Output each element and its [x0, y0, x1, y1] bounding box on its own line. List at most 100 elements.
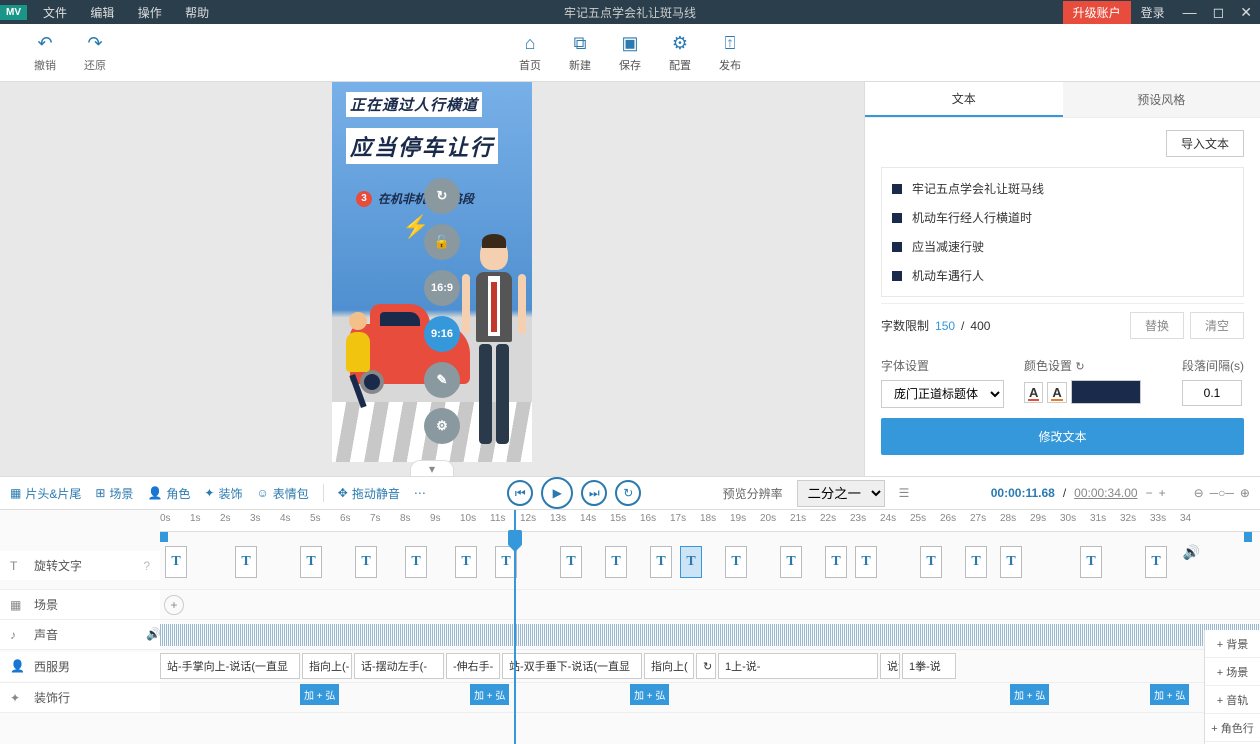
menu-edit[interactable]: 编辑 — [80, 6, 124, 20]
text-clip[interactable]: T — [650, 546, 672, 578]
next-button[interactable]: ⏭ — [581, 480, 607, 506]
text-clip[interactable]: T — [1145, 546, 1167, 578]
tab-text[interactable]: 文本 — [865, 82, 1063, 117]
new-button[interactable]: ⧉新建 — [555, 27, 605, 79]
tb-drag-mute[interactable]: ✥ 拖动静音 — [338, 485, 400, 502]
add-scene-button[interactable]: + — [164, 595, 184, 615]
refresh-tool[interactable]: ↻ — [424, 178, 460, 214]
tab-preset[interactable]: 预设风格 — [1063, 82, 1260, 117]
text-clip[interactable]: T — [300, 546, 322, 578]
color-swatch[interactable] — [1071, 380, 1141, 404]
text-clip[interactable]: T — [780, 546, 802, 578]
animation-clip[interactable]: 说话-摆动右手(一 — [880, 653, 900, 679]
list-item[interactable]: 机动车遇行人 — [888, 261, 1237, 290]
text-list[interactable]: 牢记五点学会礼让斑马线 机动车行经人行横道时 应当减速行驶 机动车遇行人 — [881, 167, 1244, 297]
loop-button[interactable]: ↻ — [615, 480, 641, 506]
animation-clip[interactable]: 1上-说- — [718, 653, 878, 679]
login-button[interactable]: 登录 — [1131, 4, 1175, 21]
preview-select[interactable]: 二分之一 — [797, 480, 885, 507]
animation-clip[interactable]: 站-双手垂下-说话(一直显 — [502, 653, 642, 679]
publish-button[interactable]: ⍐发布 — [705, 27, 755, 79]
minimize-icon[interactable]: — — [1175, 4, 1205, 20]
playhead[interactable] — [514, 510, 516, 744]
zoom-in-icon[interactable]: ⊕ — [1240, 486, 1250, 500]
config-button[interactable]: ⚙配置 — [655, 27, 705, 79]
text-color-button[interactable]: A — [1024, 382, 1043, 403]
play-button[interactable]: ▶ — [541, 477, 573, 509]
text-clip[interactable]: T — [1080, 546, 1102, 578]
list-item[interactable]: 应当减速行驶 — [888, 232, 1237, 261]
text-color-button-2[interactable]: A — [1047, 382, 1066, 403]
add-audio-button[interactable]: + 音轨 — [1205, 686, 1260, 714]
text-clip[interactable]: T — [920, 546, 942, 578]
gap-input[interactable] — [1182, 380, 1242, 406]
close-icon[interactable]: ✕ — [1232, 4, 1260, 21]
animation-clip[interactable]: 指向上( — [644, 653, 694, 679]
text-clip[interactable]: T — [855, 546, 877, 578]
home-button[interactable]: ⌂首页 — [505, 27, 555, 79]
collapse-handle[interactable]: ▾ — [410, 460, 454, 476]
font-select[interactable]: 庞门正道标题体 — [881, 380, 1004, 408]
settings-tool[interactable]: ⚙ — [424, 408, 460, 444]
text-clip[interactable]: T — [680, 546, 702, 578]
speaker-icon[interactable]: 🔊 — [146, 627, 161, 641]
menu-help[interactable]: 帮助 — [175, 6, 219, 20]
deco-clip[interactable]: 加 + 弘 — [1150, 684, 1189, 705]
text-clip[interactable]: T — [560, 546, 582, 578]
tb-more-icon[interactable]: ⋯ — [414, 486, 426, 500]
upgrade-button[interactable]: 升级账户 — [1063, 1, 1131, 24]
animation-clip[interactable]: -伸右手- — [446, 653, 500, 679]
text-clip[interactable]: T — [725, 546, 747, 578]
menu-file[interactable]: 文件 — [33, 6, 77, 20]
tb-character[interactable]: 👤 角色 — [147, 485, 190, 502]
canvas-area[interactable]: 正在通过人行横道 应当停车让行 3 在机非机混行路段 ⚡ ↻ 🔓 16:9 9:… — [0, 82, 864, 476]
undo-button[interactable]: ↶撤销 — [20, 27, 70, 79]
prev-button[interactable]: ⏮ — [507, 480, 533, 506]
text-clip[interactable]: T — [165, 546, 187, 578]
tb-decoration[interactable]: ✦ 装饰 — [204, 485, 242, 502]
redo-button[interactable]: ↷还原 — [70, 27, 120, 79]
edit-tool[interactable]: ✎ — [424, 362, 460, 398]
text-clip[interactable]: T — [455, 546, 477, 578]
tb-scene[interactable]: ⊞ 场景 — [95, 485, 133, 502]
ratio-9-16-button[interactable]: 9:16 — [424, 316, 460, 352]
add-scene-button[interactable]: + 场景 — [1205, 658, 1260, 686]
list-item[interactable]: 机动车行经人行横道时 — [888, 203, 1237, 232]
maximize-icon[interactable]: ◻ — [1205, 4, 1233, 21]
text-clip[interactable]: T — [405, 546, 427, 578]
add-background-button[interactable]: + 背景 — [1205, 630, 1260, 658]
time-ruler[interactable]: 0s1s2s3s4s5s6s7s8s9s10s11s12s13s14s15s16… — [160, 510, 1260, 532]
replace-button[interactable]: 替换 — [1130, 312, 1184, 339]
tb-emoji[interactable]: ☺ 表情包 — [256, 485, 308, 502]
total-time[interactable]: 00:00:34.00 — [1074, 486, 1137, 500]
deco-clip[interactable]: 加 + 弘 — [1010, 684, 1049, 705]
help-icon[interactable]: ? — [143, 559, 150, 573]
deco-clip[interactable]: 加 + 弘 — [630, 684, 669, 705]
animation-clip[interactable]: 站-手掌向上-说话(一直显 — [160, 653, 300, 679]
zoom-out-icon[interactable]: ⊖ — [1194, 486, 1204, 500]
animation-clip[interactable]: 1拳-说 — [902, 653, 956, 679]
text-clip[interactable]: T — [355, 546, 377, 578]
menu-action[interactable]: 操作 — [128, 6, 172, 20]
save-button[interactable]: ▣保存 — [605, 27, 655, 79]
text-clip[interactable]: T — [825, 546, 847, 578]
add-character-button[interactable]: + 角色行 — [1205, 714, 1260, 742]
deco-clip[interactable]: 加 + 弘 — [470, 684, 509, 705]
layers-icon[interactable]: ☰ — [899, 486, 910, 500]
tb-intro-outro[interactable]: ▦ 片头&片尾 — [10, 485, 81, 502]
animation-clip[interactable]: 指向上(- — [302, 653, 352, 679]
modify-text-button[interactable]: 修改文本 — [881, 418, 1244, 455]
animation-clip[interactable]: 话-摆动左手(- — [354, 653, 444, 679]
time-plus[interactable]: + — [1159, 486, 1166, 500]
text-clip[interactable]: T — [235, 546, 257, 578]
lock-tool[interactable]: 🔓 — [424, 224, 460, 260]
text-clip[interactable]: T — [965, 546, 987, 578]
ratio-16-9-button[interactable]: 16:9 — [424, 270, 460, 306]
deco-clip[interactable]: 加 + 弘 — [300, 684, 339, 705]
text-clip[interactable]: T — [605, 546, 627, 578]
list-item[interactable]: 牢记五点学会礼让斑马线 — [888, 174, 1237, 203]
time-minus[interactable]: − — [1146, 486, 1153, 500]
animation-clip[interactable]: ↻ 站-双手解说(一直显示) — [696, 653, 716, 679]
import-text-button[interactable]: 导入文本 — [1166, 130, 1244, 157]
waveform[interactable] — [160, 624, 1260, 646]
